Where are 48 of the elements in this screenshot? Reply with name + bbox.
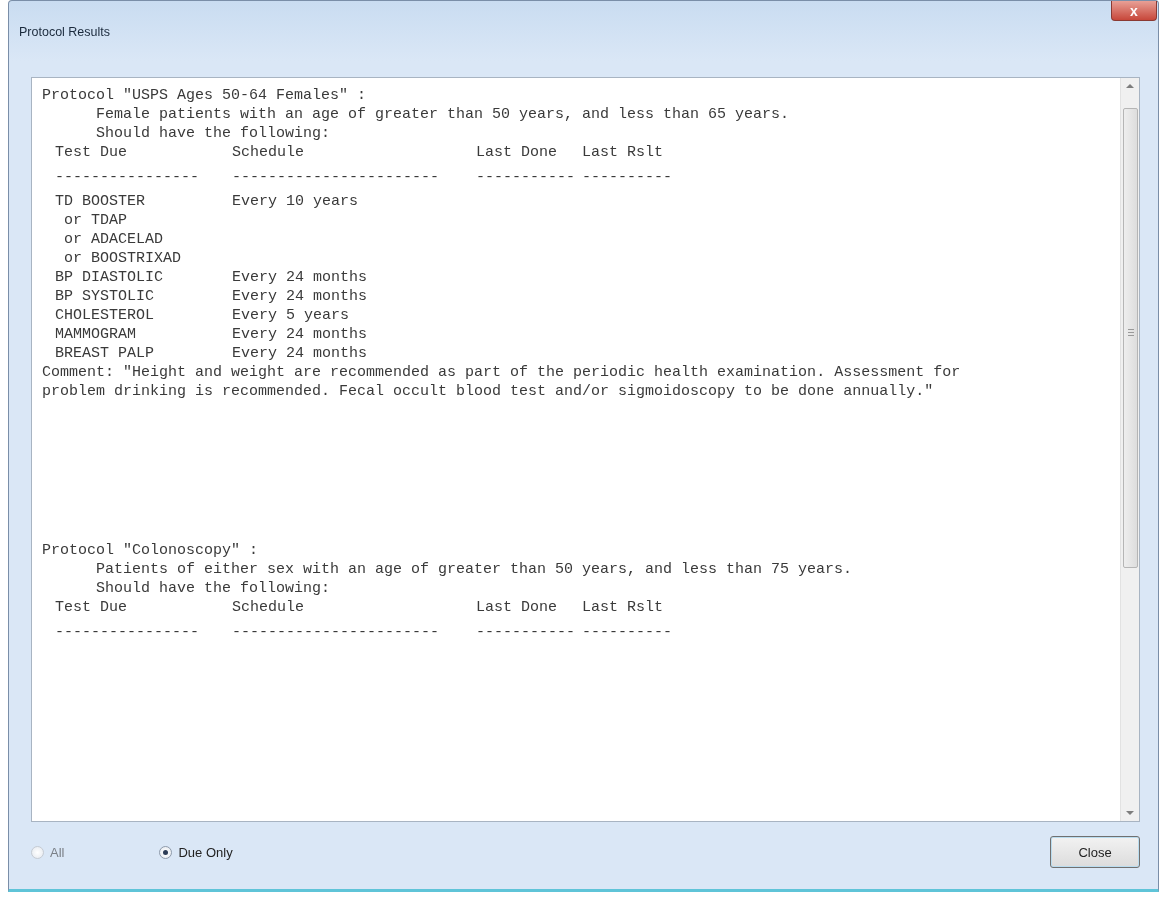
scroll-down-icon[interactable] <box>1126 811 1134 815</box>
radio-button[interactable] <box>159 845 173 859</box>
comment-text: Comment: "Height and weight are recommended as part of the periodic health examination. Assessment for <box>42 363 961 382</box>
protocol-title: Protocol "Colonoscopy" : <box>42 541 259 560</box>
column-header: Last Done <box>476 143 557 163</box>
test-name: BREAST PALP <box>55 344 155 363</box>
test-name: MAMMOGRAM <box>55 325 136 344</box>
column-header: Last Rslt <box>582 598 663 618</box>
schedule-text: Every 24 months <box>232 344 368 363</box>
radio-label[interactable]: Due Only <box>178 844 233 860</box>
protocol-instruction: Should have the following: <box>96 124 331 143</box>
column-header: Last Rslt <box>582 143 663 163</box>
column-header: Test Due <box>55 143 127 163</box>
test-name: BP DIASTOLIC <box>55 268 164 287</box>
column-header: Schedule <box>232 143 304 163</box>
comment-text: problem drinking is recommended. Fecal occult blood test and/or sigmoidoscopy to be done annually." <box>42 382 934 401</box>
alternative-test: or ADACELAD <box>64 230 164 249</box>
close-button[interactable]: Close <box>1050 836 1140 868</box>
schedule-text: Every 24 months <box>232 325 368 344</box>
test-name: BP SYSTOLIC <box>55 287 155 306</box>
column-header: Last Done <box>476 598 557 618</box>
test-name: TD BOOSTER <box>55 192 145 211</box>
protocol-instruction: Should have the following: <box>96 579 331 598</box>
separator-dashes: ----------------------- <box>232 168 440 188</box>
column-header: Schedule <box>232 598 304 618</box>
grip-icon <box>1127 329 1134 338</box>
alternative-test: or TDAP <box>64 211 127 230</box>
window-title: Protocol Results <box>19 25 110 39</box>
scroll-up-icon[interactable] <box>1126 84 1134 88</box>
separator-dashes: ---------- <box>582 168 672 188</box>
separator-dashes: ---------- <box>582 623 672 643</box>
separator-dashes: ----------- <box>476 168 576 188</box>
scroll-thumb[interactable] <box>1122 108 1138 568</box>
schedule-text: Every 24 months <box>232 268 368 287</box>
protocol-description: Patients of either sex with an age of greater than 50 years, and less than 75 years. <box>96 560 853 579</box>
protocol-description: Female patients with an age of greater than 50 years, and less than 65 years. <box>96 105 790 124</box>
separator-dashes: ---------------- <box>55 623 200 643</box>
schedule-text: Every 24 months <box>232 287 368 306</box>
schedule-text: Every 10 years <box>232 192 359 211</box>
schedule-text: Every 5 years <box>232 306 350 325</box>
column-header: Test Due <box>55 598 127 618</box>
separator-dashes: ---------------- <box>55 168 200 188</box>
separator-dashes: ----------- <box>476 623 576 643</box>
separator-dashes: ----------------------- <box>232 623 440 643</box>
protocol-title: Protocol "USPS Ages 50-64 Females" : <box>42 86 367 105</box>
alternative-test: or BOOSTRIXAD <box>64 249 182 268</box>
scrollbar[interactable] <box>1120 78 1139 821</box>
test-name: CHOLESTEROL <box>55 306 155 325</box>
